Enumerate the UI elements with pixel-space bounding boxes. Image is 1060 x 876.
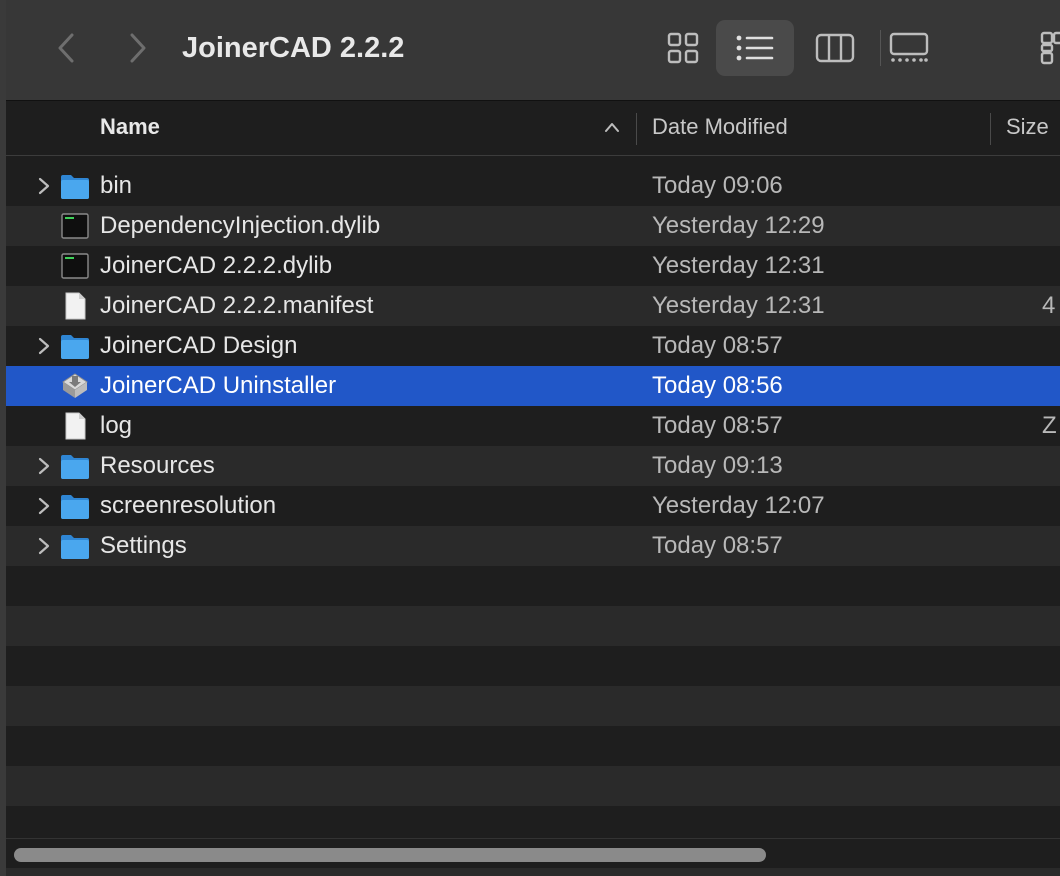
scrollbar-thumb[interactable] (14, 848, 766, 862)
file-date-modified: Today 08:56 (652, 372, 783, 399)
folder-icon (61, 335, 89, 359)
file-name: DependencyInjection.dylib (100, 212, 381, 239)
columns-icon (815, 33, 855, 63)
document-icon (65, 292, 86, 320)
grid-icon (667, 32, 699, 64)
list-view-button[interactable] (716, 20, 794, 76)
file-date-modified: Yesterday 12:31 (652, 252, 825, 279)
file-name: Settings (100, 532, 187, 559)
file-row[interactable]: Settings Today 08:57 (6, 526, 1060, 566)
file-row[interactable]: screenresolution Yesterday 12:07 (6, 486, 1060, 526)
uninstaller-app-icon (62, 373, 88, 398)
file-date-modified: Today 08:57 (652, 532, 783, 559)
file-row[interactable]: JoinerCAD 2.2.2.manifest Yesterday 12:31 4 (6, 286, 1060, 326)
icon-view-button[interactable] (644, 20, 722, 76)
disclosure-chevron-icon[interactable] (36, 537, 52, 555)
terminal-exec-icon (61, 253, 89, 279)
finder-window: JoinerCAD 2.2.2 Name Date Modified Size … (0, 0, 1060, 876)
chevron-left-icon (58, 33, 74, 63)
gallery-icon (889, 32, 929, 62)
empty-row (6, 686, 1060, 726)
file-name: JoinerCAD 2.2.2.manifest (100, 292, 374, 319)
file-row[interactable]: JoinerCAD Design Today 08:57 (6, 326, 1060, 366)
file-name: JoinerCAD Design (100, 332, 298, 359)
empty-row (6, 566, 1060, 606)
file-date-modified: Today 09:06 (652, 172, 783, 199)
list-icon (736, 35, 774, 61)
file-date-modified: Today 09:13 (652, 452, 783, 479)
group-button[interactable] (1018, 20, 1060, 76)
sort-ascending-icon[interactable] (604, 121, 620, 133)
empty-row (6, 646, 1060, 686)
disclosure-chevron-icon[interactable] (36, 177, 52, 195)
document-icon (65, 412, 86, 440)
window-bottom-edge (6, 868, 1060, 876)
file-size: 4 (1042, 292, 1056, 319)
file-row[interactable]: DependencyInjection.dylib Yesterday 12:29 (6, 206, 1060, 246)
file-name: bin (100, 172, 133, 199)
file-size: Z (1042, 412, 1057, 439)
folder-icon (61, 535, 89, 559)
chevron-right-icon (130, 33, 146, 63)
size-column-header[interactable]: Size (1006, 101, 1049, 155)
terminal-exec-icon (61, 213, 89, 239)
forward-button[interactable] (120, 28, 156, 68)
file-name: JoinerCAD Uninstaller (100, 372, 337, 399)
date-modified-column-header[interactable]: Date Modified (652, 101, 788, 155)
file-list: bin Today 09:06 DependencyInjection.dylib… (6, 166, 1060, 846)
folder-icon (61, 455, 89, 479)
file-row[interactable]: bin Today 09:06 (6, 166, 1060, 206)
file-name: JoinerCAD 2.2.2.dylib (100, 252, 333, 279)
file-date-modified: Yesterday 12:31 (652, 292, 825, 319)
file-row[interactable]: log Today 08:57 Z (6, 406, 1060, 446)
disclosure-chevron-icon[interactable] (36, 337, 52, 355)
disclosure-chevron-icon[interactable] (36, 457, 52, 475)
folder-icon (61, 175, 89, 199)
empty-row (6, 766, 1060, 806)
column-header: Name Date Modified Size (6, 101, 1060, 156)
column-separator[interactable] (636, 113, 637, 145)
gallery-view-button[interactable] (870, 20, 948, 76)
empty-row (6, 726, 1060, 766)
file-row[interactable]: JoinerCAD 2.2.2.dylib Yesterday 12:31 (6, 246, 1060, 286)
file-name: Resources (100, 452, 215, 479)
file-row[interactable]: Resources Today 09:13 (6, 446, 1060, 486)
file-row-selected[interactable]: JoinerCAD Uninstaller Today 08:56 (6, 366, 1060, 406)
name-column-header[interactable]: Name (100, 101, 160, 155)
column-separator[interactable] (990, 113, 991, 145)
file-date-modified: Yesterday 12:07 (652, 492, 825, 519)
column-view-button[interactable] (796, 20, 874, 76)
file-date-modified: Today 08:57 (652, 332, 783, 359)
file-date-modified: Yesterday 12:29 (652, 212, 825, 239)
file-name: screenresolution (100, 492, 277, 519)
file-date-modified: Today 08:57 (652, 412, 783, 439)
group-icon (1040, 31, 1060, 65)
folder-icon (61, 495, 89, 519)
empty-row (6, 606, 1060, 646)
window-title: JoinerCAD 2.2.2 (182, 32, 405, 64)
back-button[interactable] (48, 28, 84, 68)
horizontal-scrollbar[interactable] (6, 838, 1060, 869)
file-name: log (100, 412, 133, 439)
toolbar: JoinerCAD 2.2.2 (6, 0, 1060, 101)
disclosure-chevron-icon[interactable] (36, 497, 52, 515)
